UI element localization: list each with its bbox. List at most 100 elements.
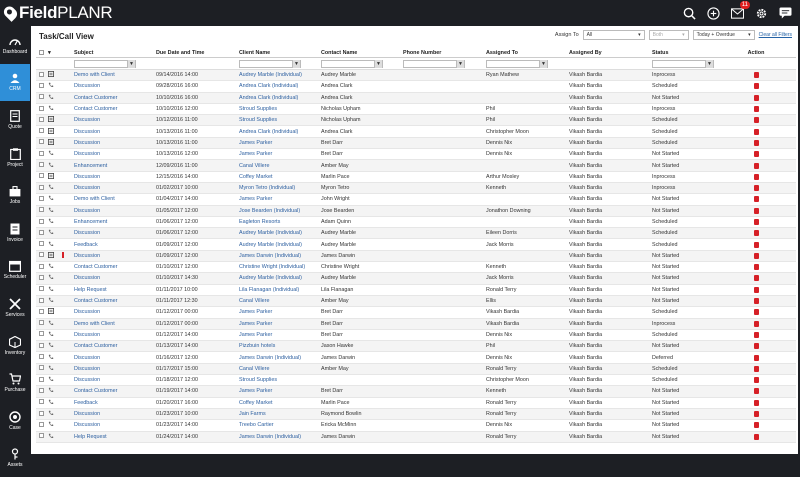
subject-cell[interactable]: Discussion [72, 208, 154, 214]
delete-trash-icon[interactable] [753, 230, 759, 237]
delete-trash-icon[interactable] [753, 162, 759, 169]
sidebar-item-scheduler[interactable]: Scheduler [0, 252, 30, 290]
row-checkbox[interactable] [39, 71, 44, 77]
subject-cell[interactable]: Discussion [72, 230, 154, 236]
table-row[interactable]: Discussion 01/10/2017 14:30 Audrey Marble … [36, 273, 796, 285]
delete-trash-icon[interactable] [753, 151, 759, 158]
delete-trash-icon[interactable] [753, 275, 759, 282]
row-checkbox[interactable] [39, 252, 44, 258]
table-row[interactable]: Feedback 01/20/2017 16:00 Coffey Market Mar… [36, 398, 796, 409]
assigned-to-filter-input[interactable]: ▼ [486, 59, 548, 68]
subject-cell[interactable]: Discussion [72, 140, 154, 146]
subject-cell[interactable]: Discussion [72, 129, 154, 135]
delete-trash-icon[interactable] [753, 128, 759, 135]
subject-cell[interactable]: Help Request [72, 434, 154, 440]
client-name-cell[interactable]: Andrea Clark (Individual) [237, 83, 319, 89]
subject-cell[interactable]: Contact Customer [72, 343, 154, 349]
settings-gear-icon[interactable] [752, 4, 770, 22]
col-subject[interactable]: Subject [72, 50, 154, 56]
subject-cell[interactable]: Discussion [72, 253, 154, 259]
delete-trash-icon[interactable] [753, 94, 759, 101]
delete-trash-icon[interactable] [753, 422, 759, 429]
subject-cell[interactable]: Demo with Client [72, 72, 154, 78]
subject-cell[interactable]: Feedback [72, 242, 154, 248]
row-checkbox[interactable] [39, 184, 44, 190]
filter-icon[interactable]: ▼ [374, 59, 382, 68]
table-row[interactable]: Discussion 01/18/2017 12:00 Stroud Supplie… [36, 375, 796, 387]
select-all-dropdown[interactable]: ▾ [46, 50, 60, 56]
sidebar-item-invoice[interactable]: Invoice [0, 214, 30, 252]
delete-trash-icon[interactable] [753, 196, 759, 203]
subject-cell[interactable]: Discussion [72, 83, 154, 89]
col-phone-number[interactable]: Phone Number [401, 50, 484, 56]
filter-icon[interactable]: ▼ [292, 59, 300, 68]
delete-trash-icon[interactable] [753, 433, 759, 440]
client-name-cell[interactable]: Canal Villere [237, 298, 319, 304]
client-name-cell[interactable]: Audrey Marble (Individual) [237, 72, 319, 78]
subject-cell[interactable]: Discussion [72, 355, 154, 361]
client-name-cell[interactable]: James Darwin (Individual) [237, 355, 319, 361]
subject-cell[interactable]: Discussion [72, 309, 154, 315]
delete-trash-icon[interactable] [753, 106, 759, 113]
table-row[interactable]: Discussion 01/23/2017 14:00 Treebo Cartier… [36, 420, 796, 432]
subject-cell[interactable]: Contact Customer [72, 388, 154, 394]
subject-cell[interactable]: Discussion [72, 422, 154, 428]
client-name-cell[interactable]: Andrea Clark (Individual) [237, 129, 319, 135]
contact-filter-input[interactable]: ▼ [321, 59, 383, 68]
delete-trash-icon[interactable] [753, 354, 759, 361]
fieldplanr-logo[interactable]: Field PLANR [1, 3, 113, 23]
table-row[interactable]: Discussion 09/28/2016 16:00 Andrea Clark (… [36, 81, 796, 93]
col-status[interactable]: Status [650, 50, 734, 56]
table-row[interactable]: Contact Customer 01/13/2017 14:00 Pizzbuin… [36, 341, 796, 353]
subject-cell[interactable]: Demo with Client [72, 196, 154, 202]
subject-cell[interactable]: Contact Customer [72, 298, 154, 304]
subject-cell[interactable]: Discussion [72, 366, 154, 372]
clear-filters-link[interactable]: Clear all Filters [759, 32, 792, 38]
subject-cell[interactable]: Demo with Client [72, 321, 154, 327]
chat-icon[interactable] [776, 4, 794, 22]
client-name-cell[interactable]: Myron Tetro (Individual) [237, 185, 319, 191]
row-checkbox[interactable] [39, 82, 44, 88]
table-row[interactable]: Discussion 10/13/2016 12:00 James Parker Br… [36, 149, 796, 161]
client-name-cell[interactable]: Stroud Supplies [237, 377, 319, 383]
search-icon[interactable] [680, 4, 698, 22]
client-name-cell[interactable]: Audrey Marble (Individual) [237, 275, 319, 281]
table-row[interactable]: Contact Customer 01/11/2017 12:30 Canal Vi… [36, 295, 796, 308]
client-name-cell[interactable]: Stroud Supplies [237, 106, 319, 112]
table-row[interactable]: Discussion 01/06/2017 12:00 Audrey Marble … [36, 228, 796, 240]
row-checkbox[interactable] [39, 162, 44, 168]
subject-cell[interactable]: Help Request [72, 287, 154, 293]
client-name-cell[interactable]: Canal Villere [237, 163, 319, 169]
table-row[interactable]: Enhancement 12/09/2016 11:00 Canal Villere… [36, 160, 796, 172]
table-row[interactable]: Discussion 10/12/2016 11:00 Stroud Supplie… [36, 115, 796, 127]
date-range-select[interactable]: Today + Overdue ▾ [692, 30, 755, 40]
table-row[interactable]: Discussion 10/13/2016 11:00 Andrea Clark (… [36, 126, 796, 138]
row-checkbox[interactable] [39, 354, 44, 360]
filter-icon[interactable]: ▼ [705, 59, 713, 68]
add-icon[interactable] [704, 4, 722, 22]
sidebar-item-case[interactable]: Case [0, 402, 30, 440]
delete-trash-icon[interactable] [753, 331, 759, 338]
delete-trash-icon[interactable] [753, 219, 759, 225]
client-name-cell[interactable]: Coffey Market [237, 174, 319, 180]
row-checkbox[interactable] [39, 218, 44, 224]
delete-trash-icon[interactable] [753, 207, 759, 214]
client-name-cell[interactable]: James Parker [237, 196, 319, 202]
subject-cell[interactable]: Enhancement [72, 163, 154, 169]
delete-trash-icon[interactable] [753, 298, 759, 305]
row-checkbox[interactable] [39, 387, 44, 393]
row-checkbox[interactable] [39, 331, 44, 337]
row-checkbox[interactable] [39, 105, 44, 111]
subject-cell[interactable]: Contact Customer [72, 106, 154, 112]
table-row[interactable]: Demo with Client 01/04/2017 14:00 James Pa… [36, 194, 796, 206]
col-assigned-to[interactable]: Assigned To [484, 50, 567, 56]
row-checkbox[interactable] [39, 263, 44, 269]
subject-cell[interactable]: Discussion [72, 275, 154, 281]
table-row[interactable]: Discussion 01/12/2017 00:00 James Parker Br… [36, 307, 796, 319]
client-name-cell[interactable]: Lila Flanagan (Individual) [237, 287, 319, 293]
subject-cell[interactable]: Contact Customer [72, 264, 154, 270]
filter-icon[interactable]: ▼ [456, 59, 464, 68]
client-name-cell[interactable]: James Darwin (Individual) [237, 434, 319, 440]
delete-trash-icon[interactable] [753, 286, 759, 293]
table-row[interactable]: Contact Customer 01/19/2017 14:00 James Pa… [36, 386, 796, 398]
